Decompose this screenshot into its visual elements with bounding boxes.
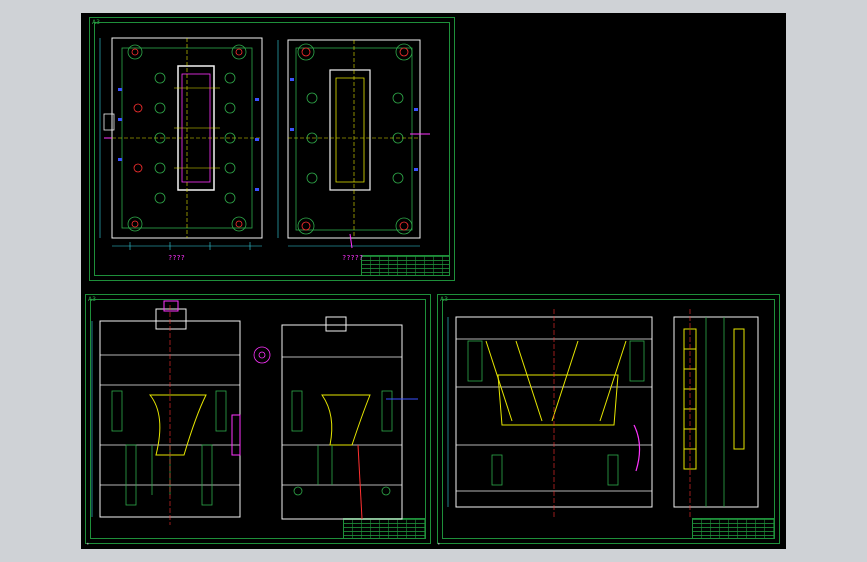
view-note-left: ???? bbox=[168, 254, 185, 262]
mold-plan-views bbox=[99, 37, 430, 250]
drawing-sheet-top[interactable]: A3 ???? ????? bbox=[89, 17, 455, 281]
drawing-sheet-bottom-right[interactable]: A3 bbox=[437, 294, 780, 544]
cad-viewport[interactable]: A3 ???? ????? A3 A3 bbox=[81, 13, 786, 549]
drawing-sheet-bottom-left[interactable]: A3 bbox=[85, 294, 431, 544]
viewport-corner-mark: • bbox=[86, 541, 90, 548]
view-note-right: ????? bbox=[342, 254, 364, 262]
mold-section-views bbox=[91, 300, 418, 525]
mold-side-views bbox=[447, 309, 759, 517]
viewport-corner-mark: • bbox=[437, 541, 441, 548]
